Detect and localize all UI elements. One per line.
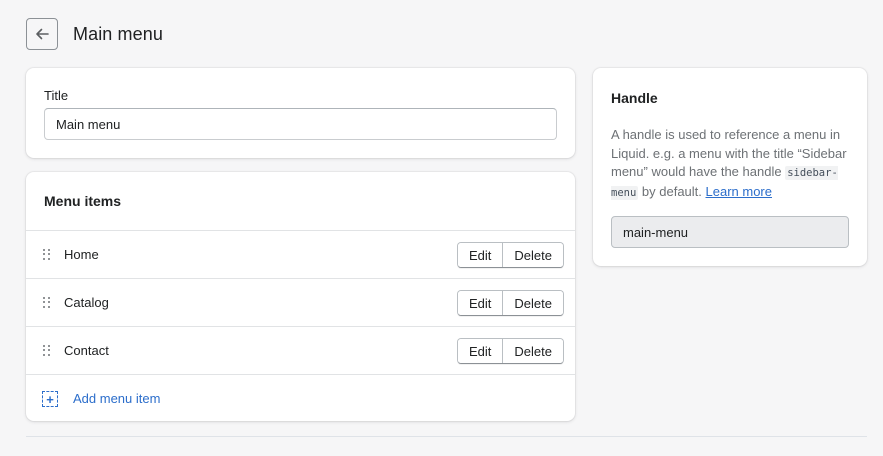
menu-items-list: Home Edit Delete Catalog Edit Delete Con…: [26, 230, 575, 422]
help-text-suffix: by default.: [638, 183, 706, 199]
menu-items-heading: Menu items: [44, 193, 122, 209]
delete-button[interactable]: Delete: [502, 243, 563, 267]
edit-button[interactable]: Edit: [458, 291, 503, 315]
delete-button[interactable]: Delete: [502, 339, 563, 363]
title-card: Title: [26, 68, 575, 158]
arrow-left-icon: [36, 28, 49, 40]
handle-help-text: A handle is used to reference a menu in …: [611, 126, 851, 202]
handle-card: Handle A handle is used to reference a m…: [593, 68, 867, 266]
edit-button[interactable]: Edit: [458, 339, 503, 363]
drag-handle-icon[interactable]: [43, 297, 51, 309]
edit-button[interactable]: Edit: [458, 243, 503, 267]
handle-heading: Handle: [611, 90, 658, 106]
menu-item-row: Catalog Edit Delete: [26, 278, 575, 326]
menu-items-card: Menu items Home Edit Delete Catalog Edit…: [26, 172, 575, 421]
drag-handle-icon[interactable]: [43, 249, 51, 261]
page-title: Main menu: [73, 24, 163, 44]
add-dashed-icon: +: [42, 391, 58, 407]
title-input[interactable]: [44, 108, 557, 140]
handle-input[interactable]: [611, 216, 849, 248]
title-label: Title: [44, 88, 69, 103]
menu-item-label: Home: [64, 247, 99, 262]
menu-item-actions: Edit Delete: [457, 290, 564, 316]
page-divider: [26, 436, 867, 437]
add-menu-item-button[interactable]: + Add menu item: [26, 374, 575, 422]
menu-item-row: Contact Edit Delete: [26, 326, 575, 374]
menu-item-label: Catalog: [64, 295, 109, 310]
drag-handle-icon[interactable]: [43, 345, 51, 357]
learn-more-link[interactable]: Learn more: [706, 184, 772, 199]
delete-button[interactable]: Delete: [502, 291, 563, 315]
menu-item-row: Home Edit Delete: [26, 230, 575, 278]
back-button[interactable]: [26, 18, 58, 50]
menu-item-actions: Edit Delete: [457, 338, 564, 364]
page: Main menu Title Menu items Home Edit Del…: [0, 0, 883, 456]
menu-item-actions: Edit Delete: [457, 242, 564, 268]
menu-item-label: Contact: [64, 343, 109, 358]
add-menu-item-label[interactable]: Add menu item: [73, 391, 160, 406]
